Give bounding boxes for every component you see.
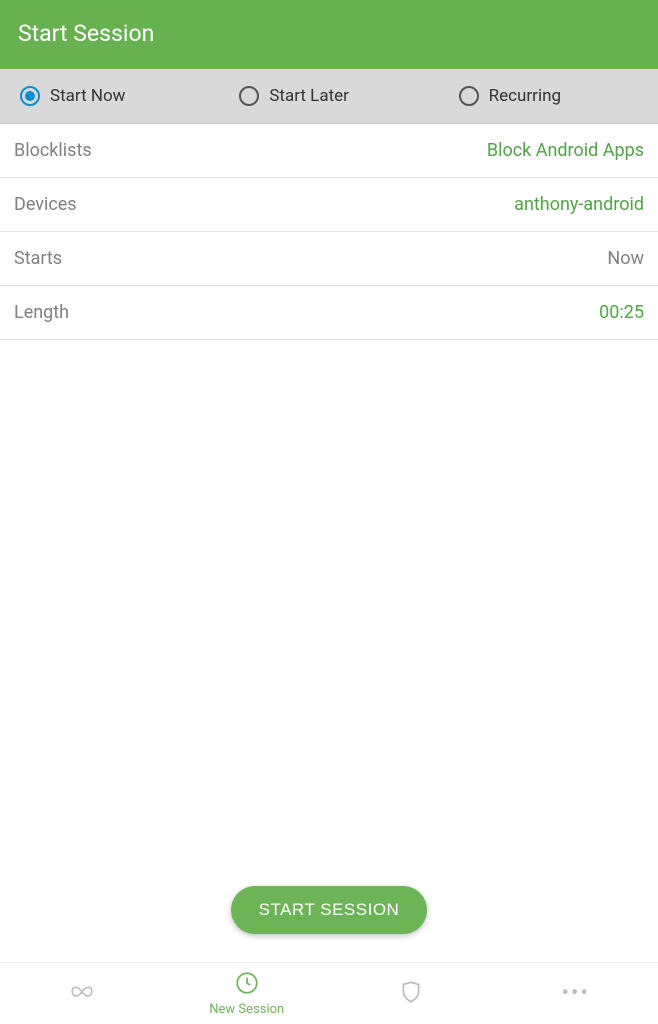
row-value: Block Android Apps (487, 140, 644, 161)
timing-segmented-control: Start Now Start Later Recurring (0, 69, 658, 124)
row-starts[interactable]: Starts Now (0, 232, 658, 286)
segment-label: Recurring (489, 86, 561, 106)
butterfly-icon (69, 979, 95, 1009)
more-icon: ••• (562, 983, 590, 1005)
row-label: Blocklists (14, 140, 92, 161)
segment-recurring[interactable]: Recurring (439, 86, 658, 106)
segment-start-later[interactable]: Start Later (219, 86, 438, 106)
row-value: 00:25 (599, 302, 644, 323)
tab-more[interactable]: ••• (494, 983, 658, 1005)
settings-list: Blocklists Block Android Apps Devices an… (0, 124, 658, 886)
row-label: Length (14, 302, 69, 323)
radio-icon (239, 86, 259, 106)
shield-icon (398, 979, 424, 1009)
tab-label: New Session (209, 1002, 284, 1017)
segment-label: Start Later (269, 86, 349, 106)
row-value: anthony-android (514, 194, 644, 215)
segment-label: Start Now (50, 86, 125, 106)
row-devices[interactable]: Devices anthony-android (0, 178, 658, 232)
tab-butterfly[interactable] (0, 979, 165, 1009)
row-value: Now (607, 248, 644, 269)
row-blocklists[interactable]: Blocklists Block Android Apps (0, 124, 658, 178)
tab-new-session[interactable]: New Session (165, 970, 330, 1017)
segment-start-now[interactable]: Start Now (0, 86, 219, 106)
row-length[interactable]: Length 00:25 (0, 286, 658, 340)
clock-icon (234, 970, 260, 1000)
row-label: Starts (14, 248, 62, 269)
tab-shield[interactable] (329, 979, 494, 1009)
radio-icon (459, 86, 479, 106)
bottom-tab-bar: New Session ••• (0, 962, 658, 1024)
page-title: Start Session (0, 0, 658, 69)
radio-icon (20, 86, 40, 106)
row-label: Devices (14, 194, 77, 215)
start-session-button[interactable]: START SESSION (231, 886, 428, 934)
